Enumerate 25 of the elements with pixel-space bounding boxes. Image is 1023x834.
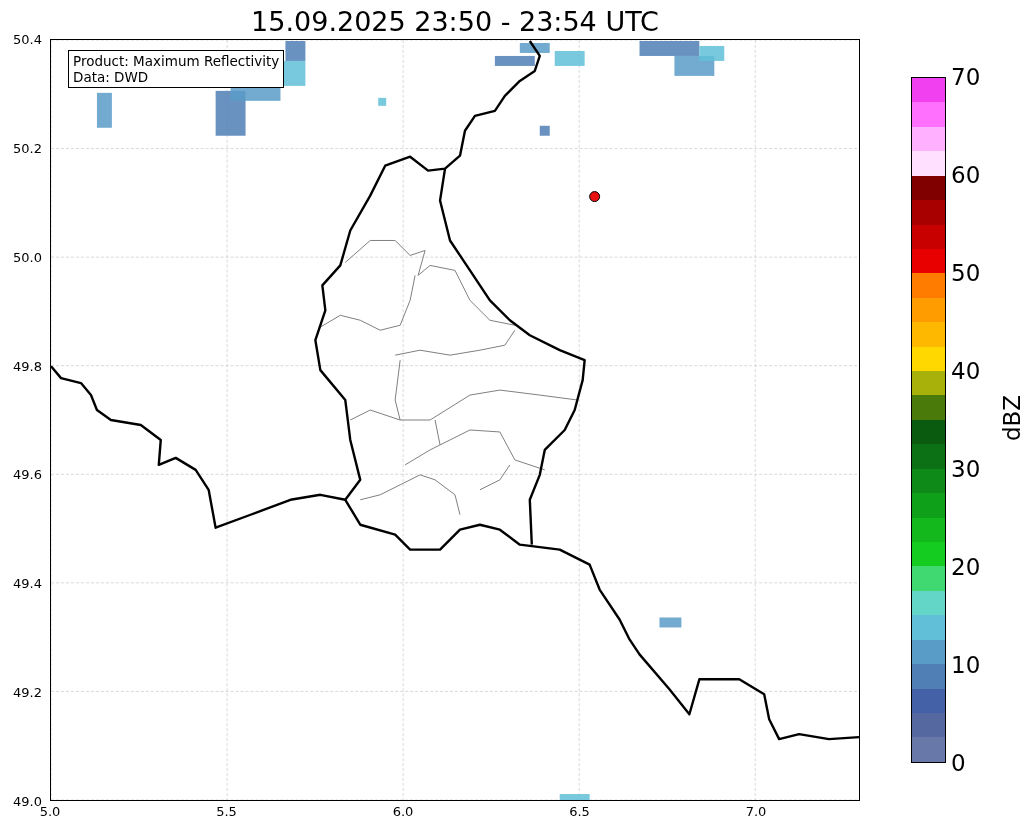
- axis-tick-label: 49.0: [13, 793, 42, 809]
- colorbar-tick-label: 20: [951, 554, 981, 580]
- axis-tick-label: 5.0: [39, 804, 61, 819]
- axis-tick-label: 6.0: [392, 804, 414, 819]
- colorbar-tick-label: 0: [951, 750, 966, 776]
- axis-tick-label: 5.5: [216, 804, 237, 819]
- colorbar-tick-label: 60: [951, 162, 981, 188]
- legend-text: Product: Maximum Reflectivity: [73, 53, 280, 69]
- colorbar-tick-label: 50: [951, 260, 981, 286]
- axis-tick-label: 49.4: [13, 575, 42, 591]
- axis-tick-label: 50.0: [13, 249, 42, 265]
- axis-tick-label: 6.5: [569, 804, 590, 819]
- axis-tick-label: 49.6: [13, 466, 42, 482]
- axis-tick-label: 49.2: [13, 684, 42, 700]
- colorbar-label: dBZ: [999, 394, 1023, 442]
- colorbar-tick-label: 30: [951, 456, 981, 482]
- axis-tick-label: 49.8: [13, 358, 42, 374]
- axis-tick-label: 50.2: [13, 140, 42, 156]
- axis-tick-label: 7.0: [745, 804, 767, 819]
- chart-title: 15.09.2025 23:50 - 23:54 UTC: [250, 5, 660, 39]
- colorbar-tick-label: 70: [951, 64, 981, 90]
- colorbar-tick-label: 40: [951, 358, 981, 384]
- colorbar-tick-label: 10: [951, 652, 981, 678]
- legend-text: Data: DWD: [73, 69, 150, 85]
- axis-tick-label: 50.4: [13, 31, 42, 47]
